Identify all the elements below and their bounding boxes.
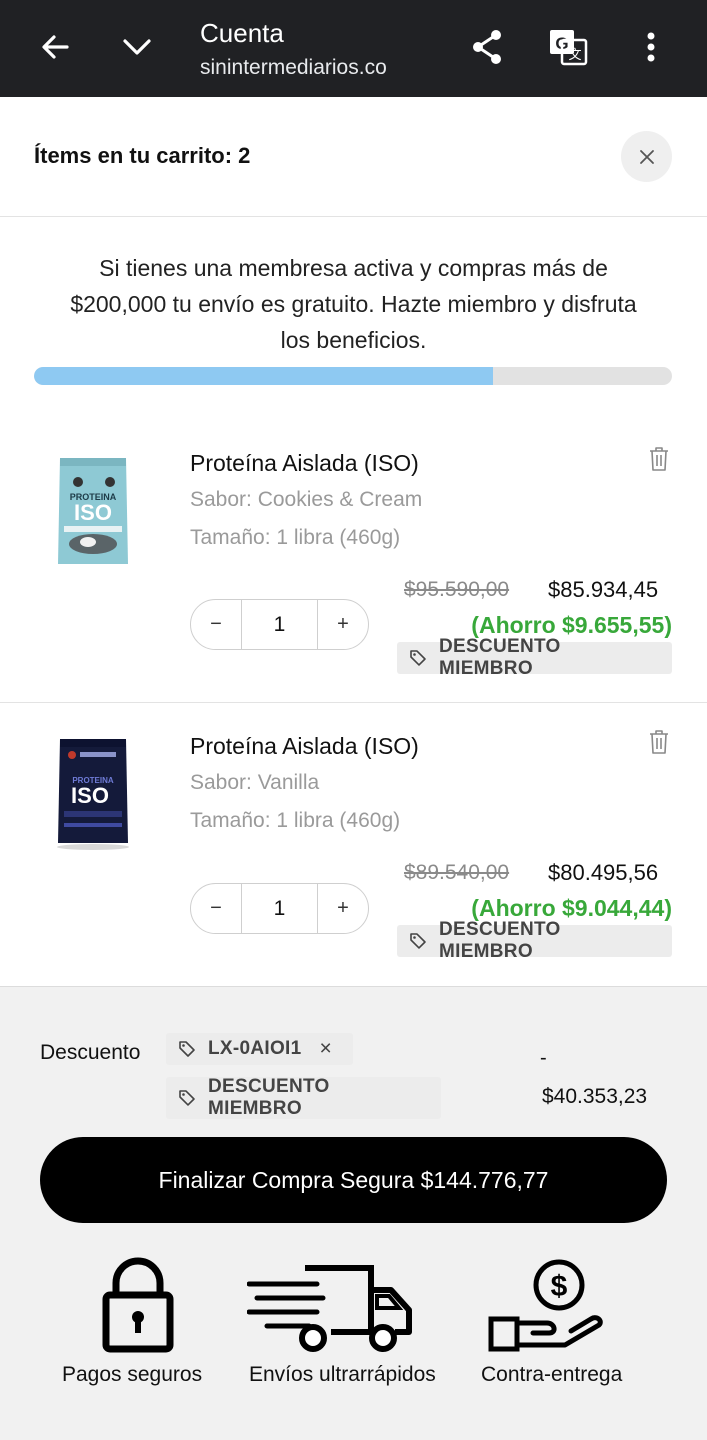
- svg-text:ISO: ISO: [74, 500, 112, 525]
- svg-text:$: $: [551, 1270, 568, 1303]
- cart-item: PROTEINA ISO Proteína Aislada (ISO) Sabo…: [0, 420, 707, 703]
- cart-header: Ítems en tu carrito: 2: [0, 97, 707, 217]
- quantity-value[interactable]: 1: [241, 884, 318, 933]
- order-summary: Descuento LX-0AIOI1 × DESCUENTO MIEMBRO …: [0, 986, 707, 1440]
- remove-coupon-button[interactable]: ×: [320, 1037, 333, 1061]
- quantity-value[interactable]: 1: [241, 600, 318, 649]
- tag-icon: [179, 1090, 195, 1106]
- free-shipping-progress-bar: [34, 367, 672, 385]
- share-icon[interactable]: [467, 27, 507, 67]
- browser-url[interactable]: sinintermediarios.co: [200, 56, 387, 80]
- tag-icon: [179, 1041, 195, 1057]
- cart-title: Ítems en tu carrito: 2: [34, 143, 251, 168]
- decrease-quantity-button[interactable]: −: [191, 600, 241, 649]
- savings-amount: (Ahorro $9.655,55): [471, 612, 672, 638]
- badge-label: DESCUENTO MIEMBRO: [438, 636, 561, 679]
- tag-icon: [410, 933, 426, 949]
- product-name[interactable]: Proteína Aislada (ISO): [190, 733, 419, 760]
- chevron-down-icon[interactable]: [117, 27, 157, 67]
- benefit-fast-shipping: Envíos ultrarrápidos: [249, 1363, 436, 1386]
- product-image[interactable]: PROTEINA ISO: [48, 452, 138, 572]
- translate-icon[interactable]: G文: [548, 27, 588, 67]
- benefit-secure-payments: Pagos seguros: [62, 1363, 203, 1386]
- browser-page-title[interactable]: Cuenta: [200, 18, 284, 49]
- trash-icon[interactable]: [648, 729, 670, 755]
- back-arrow-icon[interactable]: [35, 27, 75, 67]
- quantity-stepper: − 1 +: [190, 599, 369, 650]
- checkout-button[interactable]: Finalizar Compra Segura $144.776,77: [40, 1137, 667, 1223]
- badge-label: DESCUENTO MIEMBRO: [207, 1076, 330, 1119]
- membership-message: Si tienes una membresa activa y compras …: [70, 255, 637, 353]
- product-image[interactable]: PROTEINA ISO: [48, 733, 138, 853]
- svg-text:文: 文: [568, 48, 581, 63]
- increase-quantity-button[interactable]: +: [318, 600, 368, 649]
- coupon-code: LX-0AIOI1: [208, 1038, 302, 1059]
- product-flavor: Sabor: Vanilla: [190, 771, 320, 794]
- discounted-price: $85.934,45: [548, 577, 659, 602]
- hand-coin-icon: $: [488, 1259, 603, 1352]
- browser-toolbar: Cuenta sinintermediarios.co G文: [0, 0, 707, 97]
- member-discount-badge: DESCUENTO MIEMBRO: [397, 636, 672, 679]
- close-cart-button[interactable]: [621, 131, 672, 182]
- more-vert-icon[interactable]: [631, 27, 671, 67]
- fast-truck-icon: [247, 1265, 412, 1352]
- product-size: Tamaño: 1 libra (460g): [190, 809, 401, 832]
- trash-icon[interactable]: [648, 446, 670, 472]
- savings-amount: (Ahorro $9.044,44): [471, 895, 672, 921]
- benefit-cash-on-delivery: Contra-entrega: [481, 1363, 623, 1386]
- badge-label: DESCUENTO MIEMBRO: [438, 919, 561, 962]
- product-name[interactable]: Proteína Aislada (ISO): [190, 450, 419, 477]
- quantity-stepper: − 1 +: [190, 883, 369, 934]
- discount-sign: -: [540, 1047, 547, 1069]
- discounted-price: $80.495,56: [548, 860, 659, 885]
- close-icon: [639, 149, 654, 164]
- product-flavor: Sabor: Cookies & Cream: [190, 488, 423, 511]
- product-size: Tamaño: 1 libra (460g): [190, 526, 401, 549]
- tag-icon: [410, 650, 426, 666]
- progress-fill: [34, 367, 494, 385]
- original-price: $95.590,00: [404, 578, 510, 601]
- member-discount-badge: DESCUENTO MIEMBRO: [166, 1076, 441, 1119]
- decrease-quantity-button[interactable]: −: [191, 884, 241, 933]
- cart-item: PROTEINA ISO Proteína Aislada (ISO) Sabo…: [0, 703, 707, 986]
- discount-amount: $40.353,23: [542, 1085, 648, 1108]
- discount-label: Descuento: [40, 1041, 141, 1064]
- original-price: $89.540,00: [404, 861, 510, 884]
- svg-text:ISO: ISO: [71, 783, 109, 808]
- padlock-icon: [102, 1257, 174, 1353]
- coupon-chip: LX-0AIOI1 ×: [166, 1033, 353, 1065]
- increase-quantity-button[interactable]: +: [318, 884, 368, 933]
- member-discount-badge: DESCUENTO MIEMBRO: [397, 919, 672, 962]
